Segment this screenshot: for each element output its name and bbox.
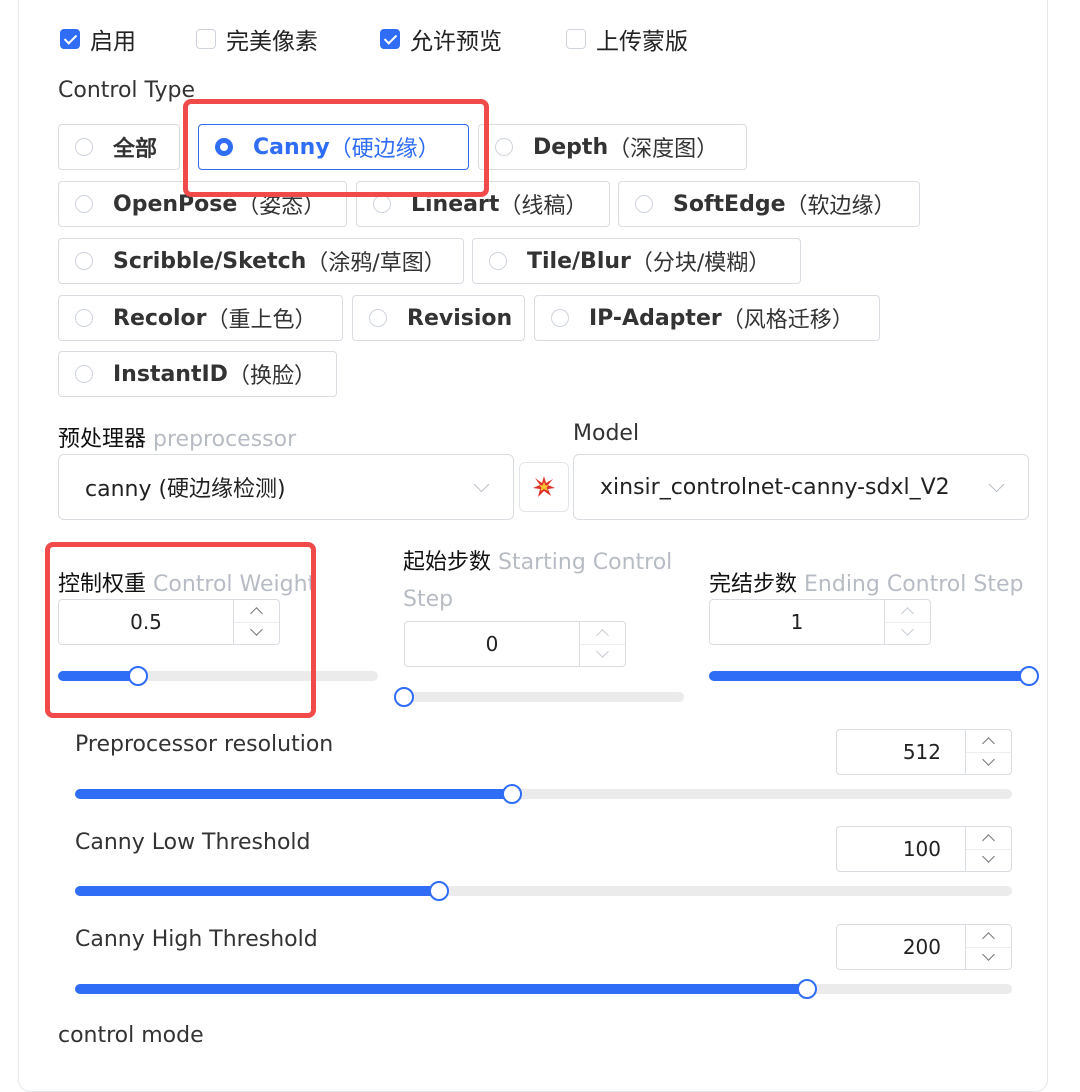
radio-icon bbox=[75, 195, 93, 213]
stepper bbox=[965, 827, 1011, 871]
explosion-icon bbox=[533, 476, 555, 497]
control-type-option-openpose[interactable]: OpenPose （姿态） bbox=[58, 181, 347, 227]
stepper bbox=[965, 925, 1011, 969]
control-type-option-revision[interactable]: Revision bbox=[352, 295, 525, 341]
starting-step-input[interactable]: 0 bbox=[404, 621, 626, 667]
allow-preview-checkbox[interactable]: 允许预览 bbox=[380, 22, 502, 56]
control-type-option-ip-adapter[interactable]: IP-Adapter （风格迁移） bbox=[534, 295, 880, 341]
model-label: Model bbox=[573, 421, 640, 446]
model-select[interactable]: xinsir_controlnet-canny-sdxl_V2 bbox=[573, 454, 1029, 520]
radio-icon bbox=[635, 195, 653, 213]
radio-icon bbox=[495, 138, 513, 156]
control-type-option-lineart[interactable]: Lineart （线稿） bbox=[356, 181, 610, 227]
control-type-option-tile-blur[interactable]: Tile/Blur （分块/模糊） bbox=[472, 238, 801, 284]
decrement-chevron-down-icon[interactable] bbox=[580, 644, 625, 666]
control-type-option-softedge[interactable]: SoftEdge （软边缘） bbox=[618, 181, 920, 227]
radio-icon bbox=[75, 309, 93, 327]
enable-checkbox[interactable]: 启用 bbox=[60, 22, 136, 56]
checkbox-label: 完美像素 bbox=[226, 29, 318, 55]
slider-fill bbox=[75, 886, 440, 896]
radio-icon bbox=[75, 138, 93, 156]
radio-icon bbox=[551, 309, 569, 327]
radio-selected-icon bbox=[215, 138, 233, 156]
preprocessor-resolution-input[interactable]: 512 bbox=[836, 729, 1012, 775]
checkbox-unchecked-icon bbox=[566, 29, 586, 49]
increment-chevron-up-icon[interactable] bbox=[234, 600, 279, 623]
slider-fill bbox=[58, 671, 138, 681]
control-type-option-instantid[interactable]: InstantID （换脸） bbox=[58, 351, 337, 397]
slider-thumb[interactable] bbox=[128, 666, 148, 686]
preprocessor-resolution-label: Preprocessor resolution bbox=[75, 732, 334, 757]
preprocessor-resolution-slider[interactable] bbox=[75, 784, 1012, 804]
preprocessor-label: 预处理器 preprocessor bbox=[58, 427, 297, 452]
decrement-chevron-down-icon[interactable] bbox=[966, 849, 1011, 871]
decrement-chevron-down-icon[interactable] bbox=[966, 947, 1011, 969]
stepper bbox=[884, 600, 930, 644]
control-type-option-scribble[interactable]: Scribble/Sketch （涂鸦/草图） bbox=[58, 238, 464, 284]
chevron-down-icon bbox=[988, 476, 1005, 493]
slider-thumb[interactable] bbox=[394, 687, 414, 707]
slider-thumb[interactable] bbox=[501, 784, 522, 804]
canny-low-threshold-input[interactable]: 100 bbox=[836, 826, 1012, 872]
checkbox-unchecked-icon bbox=[196, 29, 216, 49]
slider-thumb[interactable] bbox=[1019, 666, 1039, 686]
radio-icon bbox=[75, 365, 93, 383]
starting-step-label: 起始步数 Starting Control bbox=[403, 550, 673, 575]
increment-chevron-up-icon[interactable] bbox=[966, 730, 1011, 753]
checkbox-label: 启用 bbox=[90, 29, 136, 55]
canny-low-threshold-label: Canny Low Threshold bbox=[75, 830, 311, 855]
slider-fill bbox=[709, 671, 1029, 681]
radio-icon bbox=[489, 252, 507, 270]
radio-icon bbox=[75, 252, 93, 270]
checkbox-checked-icon bbox=[380, 29, 400, 49]
control-type-option-all[interactable]: 全部 bbox=[58, 124, 180, 170]
control-type-option-depth[interactable]: Depth （深度图） bbox=[478, 124, 747, 170]
slider-fill bbox=[75, 789, 512, 799]
canny-high-threshold-input[interactable]: 200 bbox=[836, 924, 1012, 970]
increment-chevron-up-icon[interactable] bbox=[885, 600, 930, 623]
slider-thumb[interactable] bbox=[796, 979, 817, 999]
control-weight-slider[interactable] bbox=[58, 666, 378, 686]
stepper bbox=[233, 600, 279, 644]
chevron-down-icon bbox=[473, 476, 490, 493]
decrement-chevron-down-icon[interactable] bbox=[234, 622, 279, 644]
radio-icon bbox=[369, 309, 387, 327]
slider-fill bbox=[75, 984, 807, 994]
checkbox-checked-icon bbox=[60, 29, 80, 49]
ending-step-label: 完结步数 Ending Control Step bbox=[709, 572, 1024, 597]
run-preprocessor-button[interactable] bbox=[519, 462, 569, 512]
checkbox-label: 上传蒙版 bbox=[596, 29, 688, 55]
decrement-chevron-down-icon[interactable] bbox=[966, 752, 1011, 774]
starting-step-slider[interactable] bbox=[394, 687, 684, 707]
increment-chevron-up-icon[interactable] bbox=[580, 622, 625, 645]
control-mode-label: control mode bbox=[58, 1023, 204, 1048]
control-weight-label: 控制权重 Control Weight bbox=[58, 572, 317, 597]
ending-step-input[interactable]: 1 bbox=[709, 599, 931, 645]
control-type-label: Control Type bbox=[58, 78, 196, 103]
control-type-option-recolor[interactable]: Recolor （重上色） bbox=[58, 295, 343, 341]
stepper bbox=[965, 730, 1011, 774]
canny-high-threshold-label: Canny High Threshold bbox=[75, 927, 318, 952]
starting-step-label-line2: Step bbox=[403, 587, 454, 612]
control-weight-input[interactable]: 0.5 bbox=[58, 599, 280, 645]
decrement-chevron-down-icon[interactable] bbox=[885, 622, 930, 644]
stepper bbox=[579, 622, 625, 666]
increment-chevron-up-icon[interactable] bbox=[966, 925, 1011, 948]
upload-mask-checkbox[interactable]: 上传蒙版 bbox=[566, 22, 688, 56]
canny-high-threshold-slider[interactable] bbox=[75, 979, 1012, 999]
control-type-option-canny[interactable]: Canny （硬边缘） bbox=[198, 124, 469, 170]
increment-chevron-up-icon[interactable] bbox=[966, 827, 1011, 850]
ending-step-slider[interactable] bbox=[709, 666, 1039, 686]
preprocessor-select[interactable]: canny (硬边缘检测) bbox=[58, 454, 514, 520]
canny-low-threshold-slider[interactable] bbox=[75, 881, 1012, 901]
checkbox-label: 允许预览 bbox=[410, 29, 502, 55]
radio-icon bbox=[373, 195, 391, 213]
pixel-perfect-checkbox[interactable]: 完美像素 bbox=[196, 22, 318, 56]
